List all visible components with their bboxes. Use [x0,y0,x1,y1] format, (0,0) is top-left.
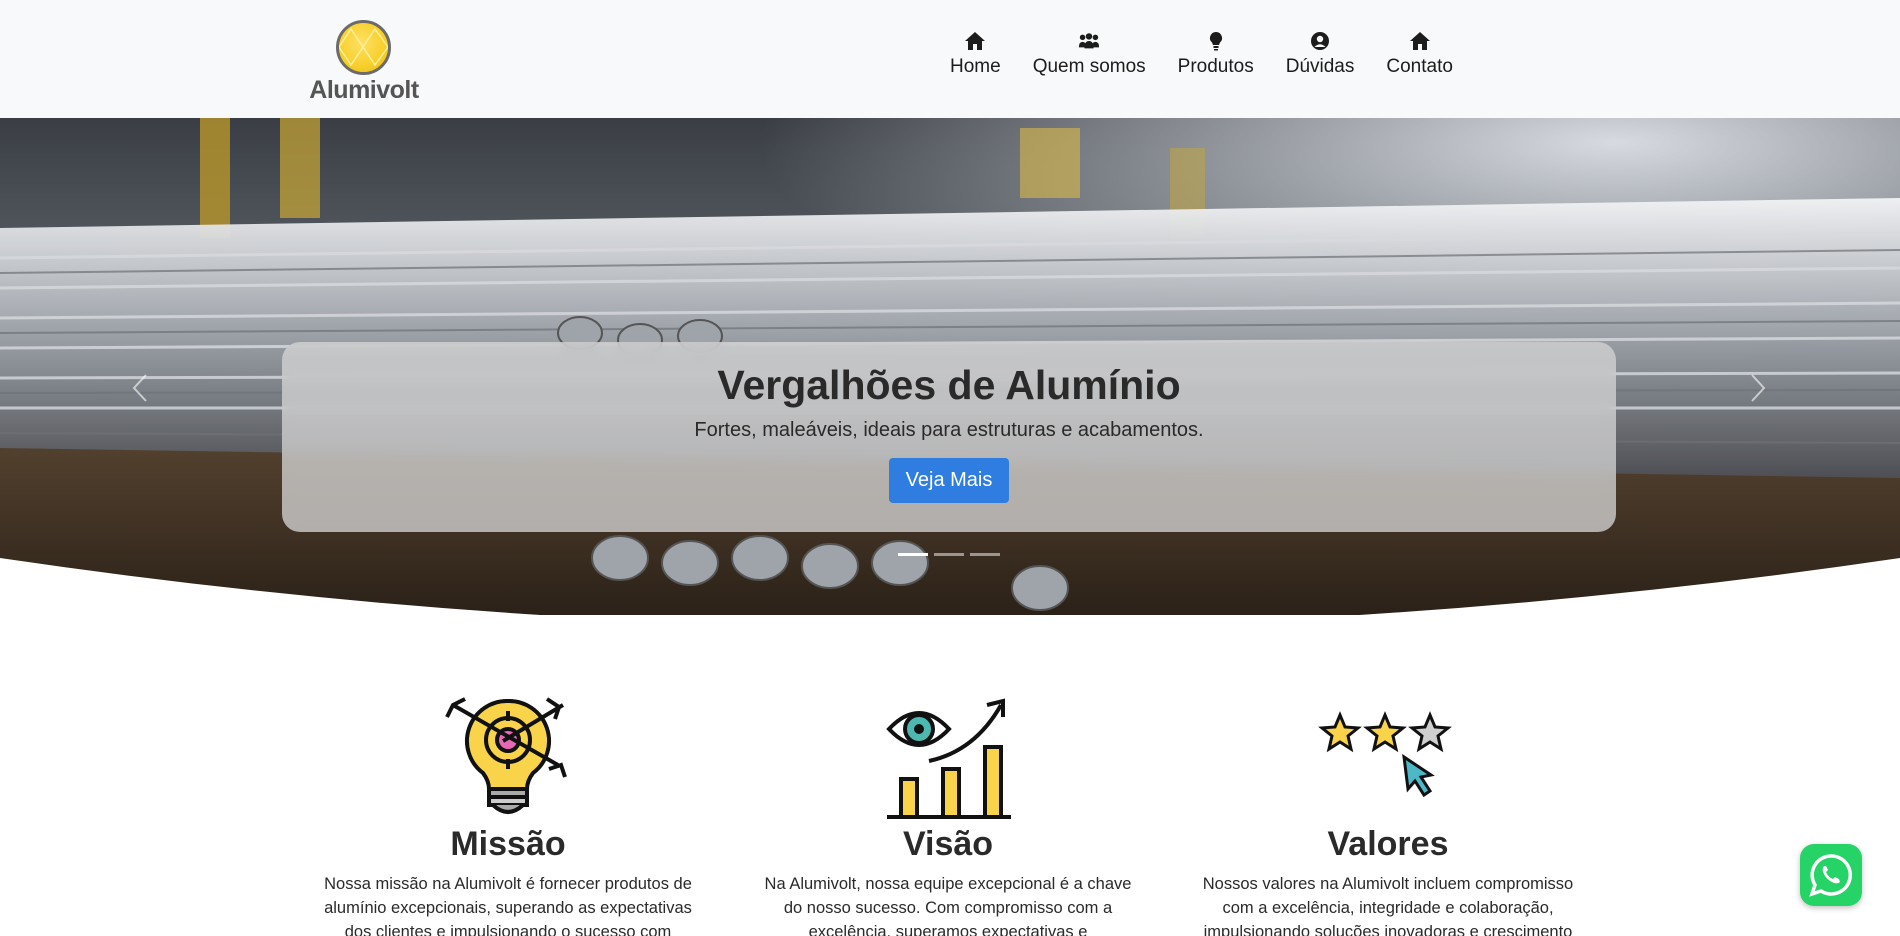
feature-text: Na Alumivolt, nossa equipe excepcional é… [764,875,1132,936]
feature-title: Visão [902,825,994,863]
whatsapp-icon [1809,854,1852,897]
feature-visao: Visão Na Alumivolt, nossa equipe excepci… [748,690,1148,936]
nav-item-contato[interactable]: Contato [1386,30,1453,90]
nav-item-home[interactable]: Home [950,30,1001,90]
nav-label: Dúvidas [1285,56,1355,77]
stars-rating-icon [1318,710,1452,797]
logo-emblem-icon [336,20,391,75]
nav-item-quem-somos[interactable]: Quem somos [1033,30,1146,90]
feature-title: Valores [1327,825,1449,863]
feature-text: Nossos valores na Alumivolt incluem comp… [1202,875,1574,936]
brand-logo[interactable]: Alumivolt [308,18,420,104]
carousel-indicator[interactable] [934,553,964,556]
feature-valores: Valores Nossos valores na Alumivolt incl… [1188,690,1588,936]
home-icon [964,30,986,52]
veja-mais-button[interactable]: Veja Mais [888,458,1010,503]
nav-item-produtos[interactable]: Produtos [1178,30,1254,90]
carousel-next-button[interactable] [1738,358,1778,418]
home-icon [1409,30,1431,52]
feature-missao: Missão Nossa missão na Alumivolt é forne… [308,690,708,936]
whatsapp-button[interactable] [1800,844,1862,906]
feature-title: Missão [450,825,566,863]
user-circle-icon [1309,30,1331,52]
nav-label: Quem somos [1032,56,1146,77]
hero-caption: Vergalhões de Alumínio Fortes, maleáveis… [282,342,1616,532]
brand-name: Alumivolt [309,76,419,104]
carousel-indicator[interactable] [970,553,1000,556]
features-section: Missão Nossa missão na Alumivolt é forne… [300,690,1600,936]
chevron-right-icon [1751,374,1766,402]
hero-subtitle: Fortes, maleáveis, ideais para estrutura… [694,419,1204,441]
feature-text: Nossa missão na Alumivolt é fornecer pro… [324,875,692,936]
carousel-prev-button[interactable] [120,358,160,418]
carousel-indicator[interactable] [898,553,928,556]
users-icon [1078,30,1100,52]
nav-label: Home [950,56,1001,77]
carousel-indicators [898,553,1000,556]
main-nav: Home Quem somos Produtos Dúvidas Contato [950,30,1453,90]
site-header: Alumivolt Home Quem somos Produtos Dúvid… [0,0,1900,118]
nav-label: Contato [1386,56,1453,77]
hero-title: Vergalhões de Alumínio [717,362,1181,408]
chevron-left-icon [132,374,147,402]
hero-carousel: Vergalhões de Alumínio Fortes, maleáveis… [0,118,1900,615]
nav-item-duvidas[interactable]: Dúvidas [1285,30,1355,90]
lightbulb-icon [1205,30,1227,52]
lightbulb-target-icon [445,696,567,814]
nav-label: Produtos [1177,56,1254,77]
eye-growth-chart-icon [886,697,1011,819]
